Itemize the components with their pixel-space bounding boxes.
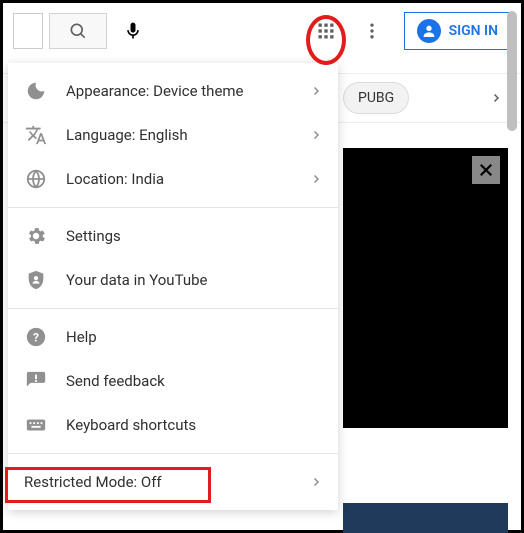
chip-label: PUBG [358,90,394,106]
gear-icon [24,224,48,248]
sign-in-button[interactable]: SIGN IN [404,12,511,50]
menu-label: Help [66,328,322,346]
menu-divider [8,308,338,309]
settings-menu: Appearance: Device theme Language: Engli… [8,63,338,510]
top-bar: SIGN IN [3,3,521,59]
settings-menu-button[interactable] [352,11,392,51]
svg-text:?: ? [33,331,39,345]
menu-item-help[interactable]: ? Help [8,315,338,359]
menu-label: Appearance: Device theme [66,82,310,100]
menu-item-shortcuts[interactable]: Keyboard shortcuts [8,403,338,447]
feedback-icon [24,369,48,393]
microphone-icon [123,21,143,41]
menu-item-settings[interactable]: Settings [8,214,338,258]
menu-label: Settings [66,227,322,245]
scrollbar[interactable] [507,11,517,131]
help-icon: ? [24,325,48,349]
menu-item-language[interactable]: Language: English [8,113,338,157]
voice-search-button[interactable] [113,11,153,51]
moon-icon [24,79,48,103]
menu-label: Send feedback [66,372,322,390]
avatar-icon [417,19,441,43]
globe-icon [24,167,48,191]
menu-label: Keyboard shortcuts [66,416,322,434]
chevron-right-icon [310,129,322,141]
chevron-right-icon [310,173,322,185]
chevron-right-icon [490,92,502,104]
menu-divider [8,453,338,454]
menu-item-restricted-mode[interactable]: Restricted Mode: Off [8,460,338,504]
keyboard-icon [24,413,48,437]
chevron-right-icon [310,476,322,488]
apps-button[interactable] [306,11,346,51]
menu-item-your-data[interactable]: Your data in YouTube [8,258,338,302]
close-icon [477,161,495,179]
menu-label: Location: India [66,170,310,188]
menu-label: Language: English [66,126,310,144]
apps-grid-icon [316,21,336,41]
search-icon [66,19,90,43]
chip-pubg[interactable]: PUBG [343,82,409,114]
search-input[interactable] [13,13,43,49]
search-button[interactable] [49,13,107,49]
video-thumbnail-2[interactable] [343,503,508,533]
menu-item-location[interactable]: Location: India [8,157,338,201]
menu-item-feedback[interactable]: Send feedback [8,359,338,403]
video-thumbnail[interactable] [343,148,508,428]
menu-item-appearance[interactable]: Appearance: Device theme [8,69,338,113]
shield-user-icon [24,268,48,292]
menu-divider [8,207,338,208]
translate-icon [24,123,48,147]
close-ad-button[interactable] [472,156,500,184]
kebab-icon [362,21,382,41]
sign-in-label: SIGN IN [449,23,498,39]
menu-label: Your data in YouTube [66,271,322,289]
chevron-right-icon [310,85,322,97]
menu-label: Restricted Mode: Off [24,473,310,491]
